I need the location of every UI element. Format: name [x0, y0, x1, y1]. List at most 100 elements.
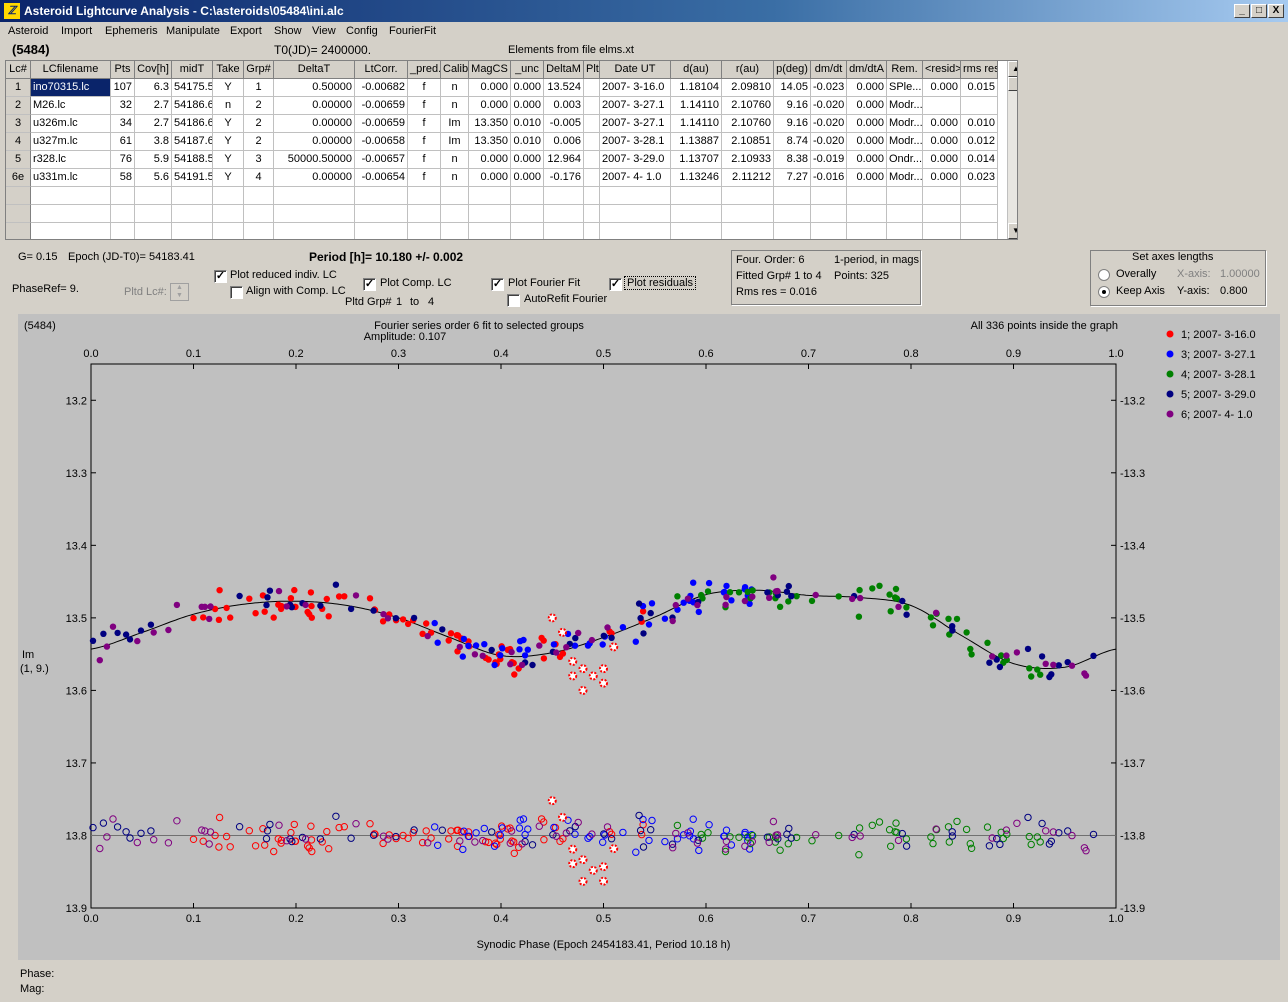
table-cell[interactable]	[355, 223, 408, 239]
table-cell[interactable]: 54191.5	[172, 169, 213, 187]
lightcurve-table[interactable]: ▲ ▼ Lc#LCfilenamePtsCov[h]midTTakeGrp#De…	[5, 60, 1018, 240]
lightcurve-chart[interactable]: 0.00.00.10.10.20.20.30.30.40.40.50.50.60…	[18, 314, 1280, 960]
column-header[interactable]: dm/dtA	[847, 61, 887, 79]
menu-import[interactable]: Import	[61, 25, 92, 37]
row-header[interactable]: 3	[6, 115, 31, 133]
table-cell[interactable]: 0.000	[847, 151, 887, 169]
table-cell[interactable]: Ondr...	[887, 151, 923, 169]
table-cell[interactable]: n	[213, 97, 244, 115]
table-scrollbar[interactable]: ▲ ▼	[1007, 61, 1017, 239]
table-cell[interactable]: -0.00682	[355, 79, 408, 97]
table-cell[interactable]	[511, 187, 544, 205]
table-cell[interactable]: 0.010	[511, 115, 544, 133]
column-header[interactable]: DeltaM	[544, 61, 584, 79]
table-cell[interactable]	[811, 223, 847, 239]
table-cell[interactable]: 0.000	[923, 151, 961, 169]
table-cell[interactable]: 0.000	[847, 169, 887, 187]
table-cell[interactable]: 1.13887	[671, 133, 722, 151]
table-cell[interactable]	[213, 205, 244, 223]
table-cell[interactable]: 0.50000	[274, 79, 355, 97]
table-cell[interactable]	[584, 223, 600, 239]
table-cell[interactable]	[135, 223, 172, 239]
column-header[interactable]: r(au)	[722, 61, 774, 79]
table-cell[interactable]	[584, 115, 600, 133]
table-cell[interactable]: f	[408, 151, 441, 169]
table-cell[interactable]: 0.000	[469, 97, 511, 115]
table-cell[interactable]: 0.000	[847, 97, 887, 115]
table-cell[interactable]: 0.000	[511, 97, 544, 115]
table-cell[interactable]: 58	[111, 169, 135, 187]
table-cell[interactable]: 1	[244, 79, 274, 97]
table-cell[interactable]	[584, 151, 600, 169]
table-cell[interactable]	[31, 223, 111, 239]
table-cell[interactable]: Modr...	[887, 115, 923, 133]
row-header[interactable]	[6, 205, 31, 223]
table-cell[interactable]: 0.000	[923, 115, 961, 133]
table-cell[interactable]: 2	[244, 97, 274, 115]
column-header[interactable]: <resid>	[923, 61, 961, 79]
table-cell[interactable]: 1.14110	[671, 115, 722, 133]
table-cell[interactable]: u326m.lc	[31, 115, 111, 133]
table-cell[interactable]: 54175.5	[172, 79, 213, 97]
table-cell[interactable]: 0.003	[544, 97, 584, 115]
table-cell[interactable]: 0.000	[511, 169, 544, 187]
table-cell[interactable]: Y	[213, 169, 244, 187]
column-header[interactable]: LCfilename	[31, 61, 111, 79]
table-cell[interactable]: 4	[244, 169, 274, 187]
table-cell[interactable]	[355, 205, 408, 223]
table-cell[interactable]: 2007- 3-27.1	[600, 97, 671, 115]
menu-show[interactable]: Show	[274, 25, 302, 37]
table-cell[interactable]	[469, 205, 511, 223]
table-cell[interactable]: 8.74	[774, 133, 811, 151]
table-cell[interactable]	[774, 223, 811, 239]
maximize-button[interactable]: □	[1251, 4, 1267, 18]
table-cell[interactable]: 61	[111, 133, 135, 151]
table-cell[interactable]	[213, 223, 244, 239]
column-header[interactable]: rms res	[961, 61, 998, 79]
table-cell[interactable]: Modr...	[887, 169, 923, 187]
table-cell[interactable]: n	[441, 169, 469, 187]
table-cell[interactable]	[923, 205, 961, 223]
table-cell[interactable]: f	[408, 97, 441, 115]
table-cell[interactable]: -0.019	[811, 151, 847, 169]
table-cell[interactable]: 0.00000	[274, 97, 355, 115]
row-header[interactable]	[6, 187, 31, 205]
table-cell[interactable]	[887, 187, 923, 205]
lightcurve-plot-panel[interactable]: 0.0 0.0 0.1 0.1 0.2 0.2 0.3 0.3 0.4 0.4 0.5 0.5 0.6 0…	[18, 314, 1280, 960]
table-cell[interactable]	[544, 187, 584, 205]
table-cell[interactable]: 1.13246	[671, 169, 722, 187]
table-cell[interactable]	[811, 187, 847, 205]
table-cell[interactable]: 0.014	[961, 151, 998, 169]
table-cell[interactable]: 7.27	[774, 169, 811, 187]
table-cell[interactable]: -0.00654	[355, 169, 408, 187]
table-cell[interactable]: 1.13707	[671, 151, 722, 169]
table-cell[interactable]: 2.10933	[722, 151, 774, 169]
table-cell[interactable]: 2	[244, 115, 274, 133]
table-cell[interactable]	[671, 187, 722, 205]
table-cell[interactable]: 1.14110	[671, 97, 722, 115]
table-cell[interactable]	[111, 205, 135, 223]
overally-radio[interactable]	[1098, 269, 1110, 281]
table-cell[interactable]	[111, 223, 135, 239]
table-cell[interactable]	[923, 97, 961, 115]
table-cell[interactable]: 0.000	[511, 79, 544, 97]
table-cell[interactable]	[847, 205, 887, 223]
table-cell[interactable]: 2	[244, 133, 274, 151]
row-header[interactable]: 6e	[6, 169, 31, 187]
column-header[interactable]: d(au)	[671, 61, 722, 79]
table-cell[interactable]	[961, 223, 998, 239]
column-header[interactable]: MagCS	[469, 61, 511, 79]
table-cell[interactable]: u327m.lc	[31, 133, 111, 151]
table-cell[interactable]	[671, 223, 722, 239]
table-cell[interactable]: Y	[213, 115, 244, 133]
table-cell[interactable]: n	[441, 151, 469, 169]
plot-reduced-checkbox[interactable]: ✓	[214, 270, 227, 283]
table-cell[interactable]: 0.00000	[274, 115, 355, 133]
table-cell[interactable]: 0.00000	[274, 133, 355, 151]
table-cell[interactable]: 2.10760	[722, 115, 774, 133]
table-cell[interactable]	[135, 205, 172, 223]
table-cell[interactable]	[511, 223, 544, 239]
table-cell[interactable]: 34	[111, 115, 135, 133]
column-header[interactable]: Calib.	[441, 61, 469, 79]
table-cell[interactable]	[135, 187, 172, 205]
